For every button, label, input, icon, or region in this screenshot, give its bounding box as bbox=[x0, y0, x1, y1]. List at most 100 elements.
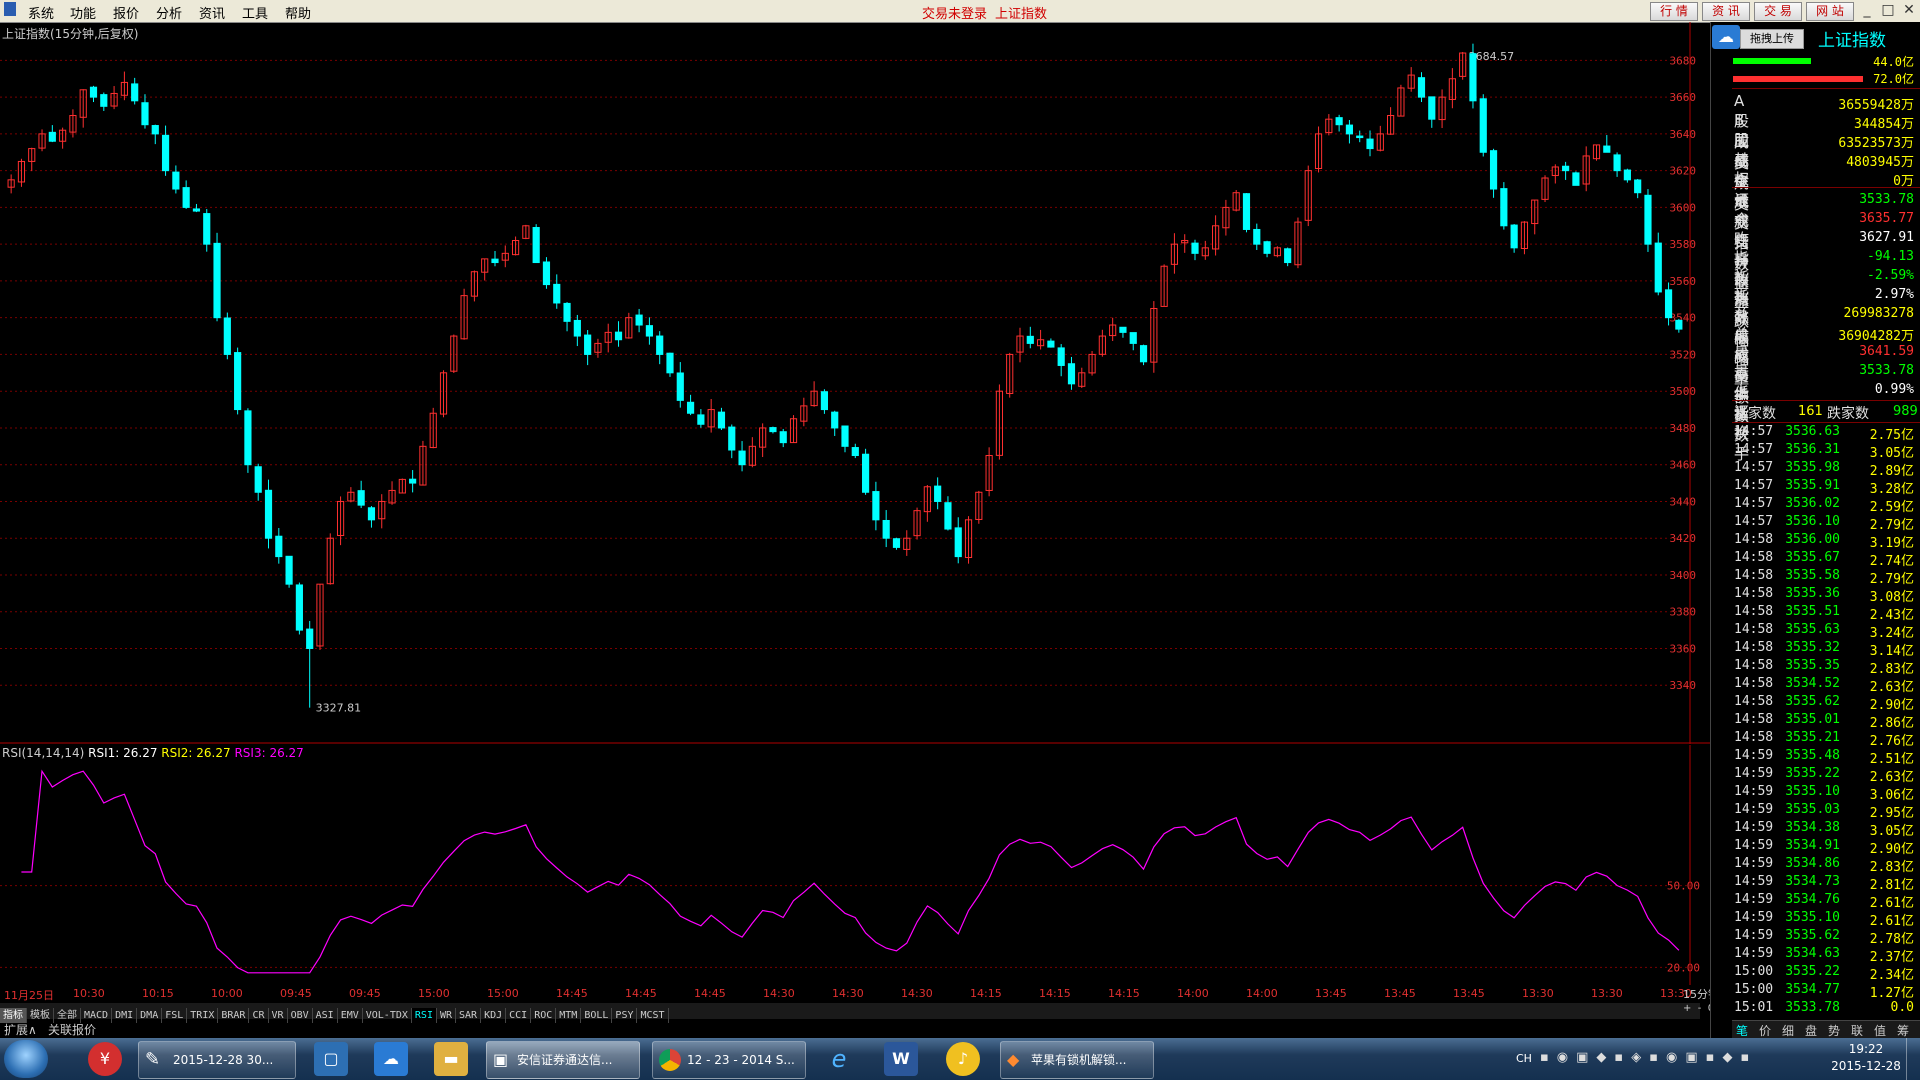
advance-count: 161 bbox=[1798, 404, 1823, 419]
word-icon[interactable]: W bbox=[884, 1042, 918, 1076]
menu-analysis[interactable]: 分析 bbox=[156, 3, 182, 22]
panel-tab[interactable]: 筹 bbox=[1897, 1022, 1909, 1039]
rsi-chart[interactable]: 50.00 20.00 bbox=[0, 745, 1710, 985]
y-tick-label: 3680 bbox=[1670, 54, 1697, 67]
clock-date[interactable]: 2015-12-28 bbox=[1830, 1059, 1902, 1073]
tick-time: 14:59 bbox=[1734, 820, 1774, 835]
tick-price: 3536.00 bbox=[1785, 532, 1840, 547]
panel-tab[interactable]: 价 bbox=[1759, 1022, 1771, 1039]
ie-icon[interactable]: e bbox=[822, 1042, 856, 1076]
panel-tab[interactable]: 值 bbox=[1874, 1022, 1886, 1039]
up-volume-value: 44.0亿 bbox=[1873, 55, 1914, 69]
tick-time: 14:59 bbox=[1734, 874, 1774, 889]
volume-value: 36559428万 bbox=[1838, 98, 1914, 113]
tick-time: 14:57 bbox=[1734, 514, 1774, 529]
panel-tab[interactable]: 联 bbox=[1851, 1022, 1863, 1039]
candle-body bbox=[1026, 335, 1034, 344]
candle-body bbox=[1057, 347, 1065, 366]
app-icon[interactable] bbox=[4, 2, 16, 16]
candle-body bbox=[820, 391, 828, 411]
taskbar-item-tag[interactable]: ◆ 苹果有锁机解锁... bbox=[1000, 1041, 1154, 1079]
tick-volume: 3.06亿 bbox=[1869, 788, 1914, 803]
candle-body bbox=[1284, 248, 1292, 264]
taskbar-item-paint[interactable]: ✎ 2015-12-28 30... bbox=[138, 1041, 296, 1079]
tick-volume: 2.59亿 bbox=[1869, 500, 1914, 515]
y-tick-label: 3620 bbox=[1670, 165, 1697, 178]
related-quote-link[interactable]: 关联报价 bbox=[48, 1021, 96, 1038]
tick-price: 3535.01 bbox=[1785, 712, 1840, 727]
tick-volume: 2.81亿 bbox=[1869, 878, 1914, 893]
menu-quote[interactable]: 报价 bbox=[113, 3, 139, 22]
show-desktop-button[interactable] bbox=[1906, 1038, 1920, 1080]
tag-icon: ◆ bbox=[1007, 1050, 1020, 1069]
panel-tab[interactable]: 势 bbox=[1828, 1022, 1840, 1039]
candle-body bbox=[717, 411, 726, 429]
tick-time: 14:58 bbox=[1734, 676, 1774, 691]
volume-value: 63523573万 bbox=[1838, 136, 1914, 151]
candlestick-chart[interactable]: 3680 3660 3640 3620 3600 3580 3560 3540 3520 3500… bbox=[0, 22, 1710, 744]
folder-icon[interactable]: ▬ bbox=[434, 1042, 468, 1076]
tick-price: 3536.02 bbox=[1785, 496, 1840, 511]
stock-app-icon[interactable]: ¥ bbox=[88, 1042, 122, 1076]
menu-function[interactable]: 功能 bbox=[70, 3, 96, 22]
x-tick-label: 13:45 bbox=[1384, 987, 1416, 1000]
menu-tools[interactable]: 工具 bbox=[242, 3, 268, 22]
tick-time: 14:59 bbox=[1734, 766, 1774, 781]
candle-body bbox=[254, 466, 262, 493]
expand-link[interactable]: 扩展∧ bbox=[4, 1021, 37, 1038]
candle-body bbox=[656, 335, 664, 355]
tick-time: 14:57 bbox=[1734, 442, 1774, 457]
clock-time[interactable]: 19:22 bbox=[1836, 1042, 1896, 1056]
tick-price: 3534.38 bbox=[1785, 820, 1840, 835]
tick-time: 14:59 bbox=[1734, 910, 1774, 925]
menu-help[interactable]: 帮助 bbox=[285, 3, 311, 22]
minimize-button[interactable]: _ bbox=[1856, 0, 1878, 20]
login-status[interactable]: 交易未登录 bbox=[922, 3, 987, 22]
x-tick-label: 14:45 bbox=[556, 987, 588, 1000]
candle-body bbox=[728, 426, 736, 451]
rsi3-value: RSI3: 26.27 bbox=[234, 746, 304, 760]
upload-button[interactable]: 拖拽上传 bbox=[1740, 29, 1804, 49]
taskbar-item-tdx[interactable]: ▣ 安信证券通达信... bbox=[486, 1041, 640, 1079]
menu-info[interactable]: 资讯 bbox=[199, 3, 225, 22]
candle-body bbox=[1242, 193, 1251, 230]
start-button[interactable] bbox=[4, 1040, 48, 1078]
zoom-out-button[interactable]: - bbox=[1698, 1003, 1702, 1014]
menu-system[interactable]: 系统 bbox=[28, 3, 54, 22]
panel-tab[interactable]: 盘 bbox=[1805, 1022, 1817, 1039]
music-icon[interactable]: ♪ bbox=[946, 1042, 980, 1076]
quote-button[interactable]: 行 情 bbox=[1650, 2, 1698, 21]
candle-body bbox=[573, 319, 581, 337]
candle-body bbox=[532, 227, 540, 264]
candle-body bbox=[1047, 340, 1055, 348]
zoom-in-button[interactable]: + bbox=[1683, 1003, 1691, 1014]
panel-tab[interactable]: 细 bbox=[1782, 1022, 1794, 1039]
y-tick-label: 3600 bbox=[1670, 201, 1697, 214]
tick-time: 14:58 bbox=[1734, 658, 1774, 673]
y-tick-label: 3580 bbox=[1670, 238, 1697, 251]
news-button[interactable]: 资 讯 bbox=[1702, 2, 1750, 21]
x-tick-label: 14:30 bbox=[763, 987, 795, 1000]
tick-price: 3535.51 bbox=[1785, 604, 1840, 619]
tick-time: 14:59 bbox=[1734, 928, 1774, 943]
trade-button[interactable]: 交 易 bbox=[1754, 2, 1802, 21]
maximize-button[interactable]: □ bbox=[1877, 0, 1899, 20]
y-tick-label: 3480 bbox=[1670, 422, 1697, 435]
tick-price: 3536.31 bbox=[1785, 442, 1840, 457]
index-status[interactable]: 上证指数 bbox=[995, 3, 1047, 22]
tray-icons[interactable]: ▪◉▣◆▪◈▪◉▣▪◆▪ bbox=[1540, 1050, 1780, 1068]
candle-body bbox=[275, 535, 283, 558]
website-button[interactable]: 网 站 bbox=[1806, 2, 1854, 21]
taskbar-item-chrome[interactable]: 12 - 23 - 2014 S... bbox=[652, 1041, 806, 1079]
language-indicator[interactable]: CH bbox=[1516, 1052, 1532, 1065]
cloud-app-icon[interactable]: ☁ bbox=[374, 1042, 408, 1076]
tick-time: 14:57 bbox=[1734, 460, 1774, 475]
candle-body bbox=[614, 331, 623, 341]
cloud-icon[interactable]: ☁ bbox=[1712, 25, 1740, 49]
close-button[interactable]: ✕ bbox=[1898, 0, 1920, 20]
tick-price: 3534.52 bbox=[1785, 676, 1840, 691]
tick-price: 3535.63 bbox=[1785, 622, 1840, 637]
panel-tab[interactable]: 笔 bbox=[1736, 1022, 1748, 1039]
window-icon[interactable]: ▢ bbox=[314, 1042, 348, 1076]
candle-body bbox=[645, 325, 653, 337]
